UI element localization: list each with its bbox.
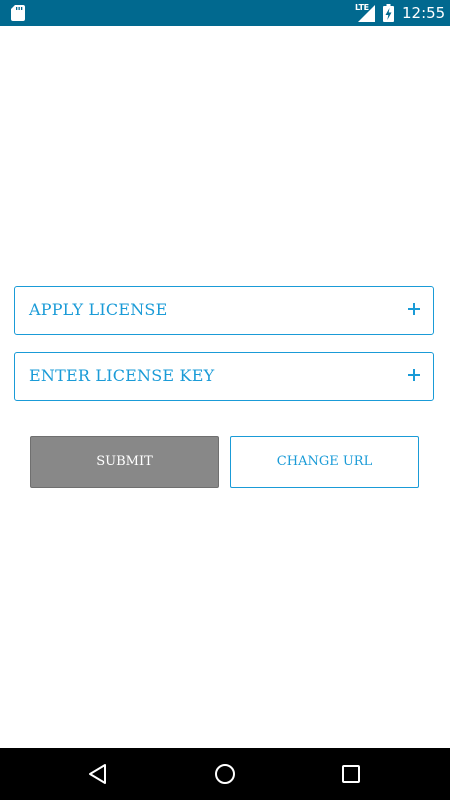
apply-license-row[interactable]: APPLY LICENSE [14,286,434,335]
sd-card-icon [11,5,25,21]
network-type-label: LTE [355,3,369,12]
status-bar: LTE 12:55 [0,0,450,26]
navigation-bar [0,748,450,800]
battery-charging-icon [383,4,394,22]
recents-icon[interactable] [339,762,363,786]
home-icon[interactable] [213,762,237,786]
submit-button[interactable]: SUBMIT [30,436,219,488]
plus-icon[interactable] [407,302,421,316]
plus-icon[interactable] [407,368,421,382]
apply-license-label: APPLY LICENSE [29,300,168,319]
status-clock: 12:55 [402,4,446,22]
app-screen: LTE 12:55 APPLY LICENSE ENTER LICENSE KE… [0,0,450,800]
change-url-button[interactable]: CHANGE URL [230,436,419,488]
enter-license-key-row[interactable]: ENTER LICENSE KEY [14,352,434,401]
back-icon[interactable] [86,762,110,786]
enter-license-key-label: ENTER LICENSE KEY [29,366,215,385]
